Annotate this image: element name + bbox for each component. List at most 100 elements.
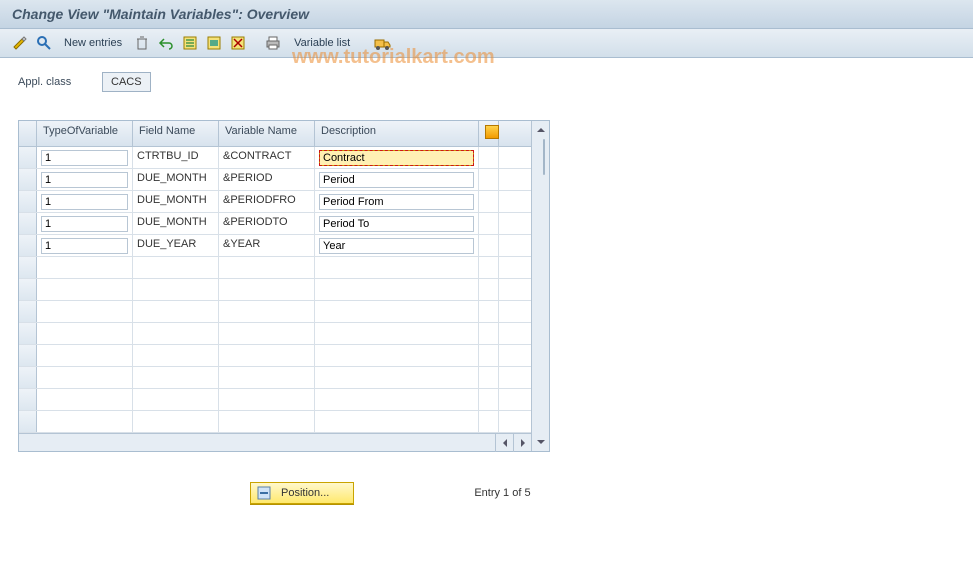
row-selector[interactable] [19,191,37,212]
cell-type[interactable] [37,169,133,190]
cell-desc[interactable] [315,301,479,322]
cell-pad [479,235,499,256]
undo-change-icon[interactable] [156,33,176,53]
desc-input[interactable] [319,194,474,210]
type-input[interactable] [41,172,128,188]
cell-type[interactable] [37,323,133,344]
table-row[interactable]: DUE_MONTH&PERIODTO [19,213,531,235]
cell-type[interactable] [37,389,133,410]
row-selector[interactable] [19,213,37,234]
cell-desc[interactable] [315,257,479,278]
row-selector[interactable] [19,345,37,366]
col-header-field[interactable]: Field Name [133,121,219,146]
select-block-icon[interactable] [204,33,224,53]
cell-desc[interactable] [315,147,479,168]
toggle-display-change-icon[interactable] [10,33,30,53]
desc-input[interactable] [319,172,474,188]
cell-type[interactable] [37,367,133,388]
row-selector[interactable] [19,367,37,388]
table-row[interactable]: CTRTBU_ID&CONTRACT [19,147,531,169]
desc-input[interactable] [319,238,474,254]
delete-icon[interactable] [132,33,152,53]
type-input[interactable] [41,238,128,254]
cell-type[interactable] [37,235,133,256]
position-label: Position... [281,487,329,499]
configure-columns-button[interactable] [479,121,499,146]
cell-var [219,345,315,366]
scroll-left-icon[interactable] [495,434,513,452]
type-input[interactable] [41,150,128,166]
row-selector[interactable] [19,169,37,190]
cell-type[interactable] [37,147,133,168]
cell-desc[interactable] [315,191,479,212]
deselect-all-icon[interactable] [228,33,248,53]
table-row[interactable]: DUE_YEAR&YEAR [19,235,531,257]
row-selector[interactable] [19,411,37,432]
cell-var: &YEAR [219,235,315,256]
desc-input[interactable] [319,216,474,232]
cell-type[interactable] [37,257,133,278]
table-row[interactable]: DUE_MONTH&PERIODFRO [19,191,531,213]
content-area: Appl. class CACS TypeOfVariable Field Na… [0,58,973,518]
col-header-type[interactable]: TypeOfVariable [37,121,133,146]
horizontal-scrollbar[interactable] [19,433,531,451]
row-selector[interactable] [19,147,37,168]
cell-desc[interactable] [315,235,479,256]
cell-type[interactable] [37,301,133,322]
cell-pad [479,323,499,344]
table-row-empty[interactable] [19,367,531,389]
table-row-empty[interactable] [19,323,531,345]
cell-type[interactable] [37,191,133,212]
table-row-empty[interactable] [19,411,531,433]
cell-pad [479,257,499,278]
cell-desc[interactable] [315,169,479,190]
col-header-desc[interactable]: Description [315,121,479,146]
cell-var [219,323,315,344]
cell-type[interactable] [37,213,133,234]
scroll-down-icon[interactable] [532,433,549,451]
row-selector[interactable] [19,323,37,344]
other-entry-icon[interactable] [34,33,54,53]
type-input[interactable] [41,194,128,210]
print-icon[interactable] [264,33,284,53]
row-selector[interactable] [19,257,37,278]
scroll-thumb[interactable] [543,139,545,175]
scroll-up-icon[interactable] [532,121,549,139]
cell-desc[interactable] [315,411,479,432]
cell-field [133,323,219,344]
table-row-empty[interactable] [19,389,531,411]
new-entries-button[interactable]: New entries [58,37,128,49]
table-row-empty[interactable] [19,257,531,279]
position-button[interactable]: Position... [250,482,354,504]
cell-type[interactable] [37,345,133,366]
select-all-icon[interactable] [180,33,200,53]
cell-desc[interactable] [315,279,479,300]
table-row-empty[interactable] [19,345,531,367]
cell-desc[interactable] [315,323,479,344]
cell-desc[interactable] [315,389,479,410]
row-selector[interactable] [19,235,37,256]
cell-var: &PERIODTO [219,213,315,234]
table-row-empty[interactable] [19,301,531,323]
table-row[interactable]: DUE_MONTH&PERIOD [19,169,531,191]
cell-type[interactable] [37,279,133,300]
table-row-empty[interactable] [19,279,531,301]
cell-desc[interactable] [315,213,479,234]
variable-list-button[interactable]: Variable list [288,37,356,49]
row-selector-header[interactable] [19,121,37,146]
cell-type[interactable] [37,411,133,432]
col-header-var[interactable]: Variable Name [219,121,315,146]
row-selector[interactable] [19,389,37,410]
row-selector[interactable] [19,279,37,300]
desc-input[interactable] [319,150,474,166]
transport-icon[interactable] [372,33,394,53]
vertical-scrollbar[interactable] [531,121,549,451]
cell-desc[interactable] [315,367,479,388]
cell-var [219,257,315,278]
cell-desc[interactable] [315,345,479,366]
appl-class-value: CACS [102,72,151,92]
cell-field: DUE_MONTH [133,213,219,234]
row-selector[interactable] [19,301,37,322]
scroll-right-icon[interactable] [513,434,531,452]
type-input[interactable] [41,216,128,232]
